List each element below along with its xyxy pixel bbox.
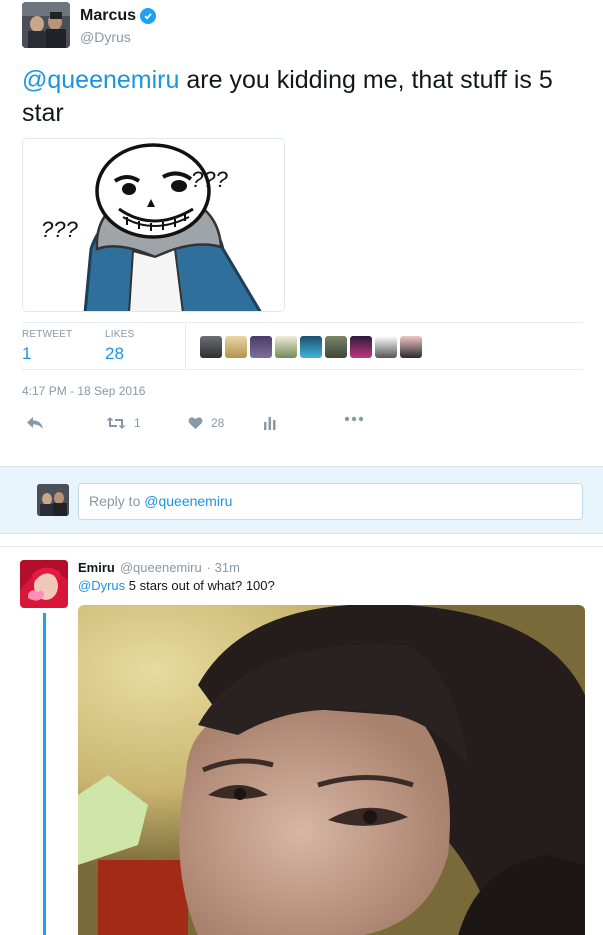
like-button[interactable]: 28: [188, 416, 224, 430]
handle[interactable]: @Dyrus: [80, 29, 131, 45]
liker-avatar[interactable]: [275, 336, 297, 358]
retweet-icon: [106, 417, 126, 429]
liker-avatar[interactable]: [325, 336, 347, 358]
analytics-button[interactable]: [264, 416, 276, 430]
reply-photo[interactable]: [78, 605, 585, 935]
analytics-icon: [264, 417, 276, 430]
likes-count[interactable]: 28: [105, 344, 134, 364]
tweet-actions: 1 28: [22, 414, 583, 438]
reply-header: Emiru @queenemiru · 31m: [78, 560, 240, 575]
liker-avatar[interactable]: [225, 336, 247, 358]
liker-avatar[interactable]: [400, 336, 422, 358]
retweet-count[interactable]: 1: [22, 344, 72, 364]
retweet-label: RETWEET: [22, 329, 73, 340]
retweet-action-count: 1: [134, 416, 141, 430]
tweet-stats: RETWEET 1 LIKES 28: [22, 322, 583, 370]
reply-button[interactable]: [26, 416, 44, 430]
media-caption-left: ???: [41, 217, 78, 242]
stats-divider: [185, 323, 186, 369]
reply-text-body: 5 stars out of what? 100?: [125, 578, 275, 593]
liker-avatar[interactable]: [375, 336, 397, 358]
liker-avatar[interactable]: [250, 336, 272, 358]
retweet-button[interactable]: 1: [106, 416, 141, 430]
display-name-text[interactable]: Marcus: [80, 7, 136, 25]
reply-icon: [27, 417, 43, 429]
tweet-text: @queenemiru are you kidding me, that stu…: [22, 64, 582, 130]
thread-line: [43, 613, 46, 935]
retweet-stat[interactable]: RETWEET 1: [22, 329, 72, 364]
reply-text-mention[interactable]: @Dyrus: [78, 578, 125, 593]
reply-time[interactable]: · 31m: [207, 560, 240, 575]
more-button[interactable]: [344, 416, 364, 422]
liker-avatar[interactable]: [350, 336, 372, 358]
verified-icon: [140, 8, 157, 24]
composer-avatar: [37, 484, 69, 516]
reply-prefix: Reply to: [89, 493, 145, 509]
media-image[interactable]: ??? ???: [22, 138, 285, 312]
reply-composer: Reply to @queenemiru: [0, 466, 603, 534]
display-name[interactable]: Marcus: [80, 7, 157, 25]
likers-avatars: [200, 336, 422, 358]
main-tweet: Marcus @Dyrus @queenemiru are you kiddin…: [0, 0, 603, 466]
reply-text: @Dyrus 5 stars out of what? 100?: [78, 578, 275, 593]
liker-avatar[interactable]: [200, 336, 222, 358]
reply-avatar[interactable]: [20, 560, 68, 608]
reply-handle[interactable]: @queenemiru: [120, 560, 202, 575]
more-dots-icon: [344, 416, 364, 422]
reply-display-name[interactable]: Emiru: [78, 560, 115, 575]
likes-stat[interactable]: LIKES 28: [105, 329, 134, 364]
reply-tweet: Emiru @queenemiru · 31m @Dyrus 5 stars o…: [0, 546, 603, 935]
like-action-count: 28: [211, 416, 225, 430]
mention-link[interactable]: @queenemiru: [22, 66, 179, 94]
media-caption-right: ???: [191, 167, 228, 192]
avatar[interactable]: [22, 2, 70, 48]
reply-mention: @queenemiru: [144, 493, 233, 509]
reply-input[interactable]: Reply to @queenemiru: [78, 483, 583, 520]
liker-avatar[interactable]: [300, 336, 322, 358]
likes-label: LIKES: [105, 329, 135, 340]
heart-icon: [188, 417, 203, 430]
tweet-timestamp[interactable]: 4:17 PM - 18 Sep 2016: [22, 384, 145, 398]
